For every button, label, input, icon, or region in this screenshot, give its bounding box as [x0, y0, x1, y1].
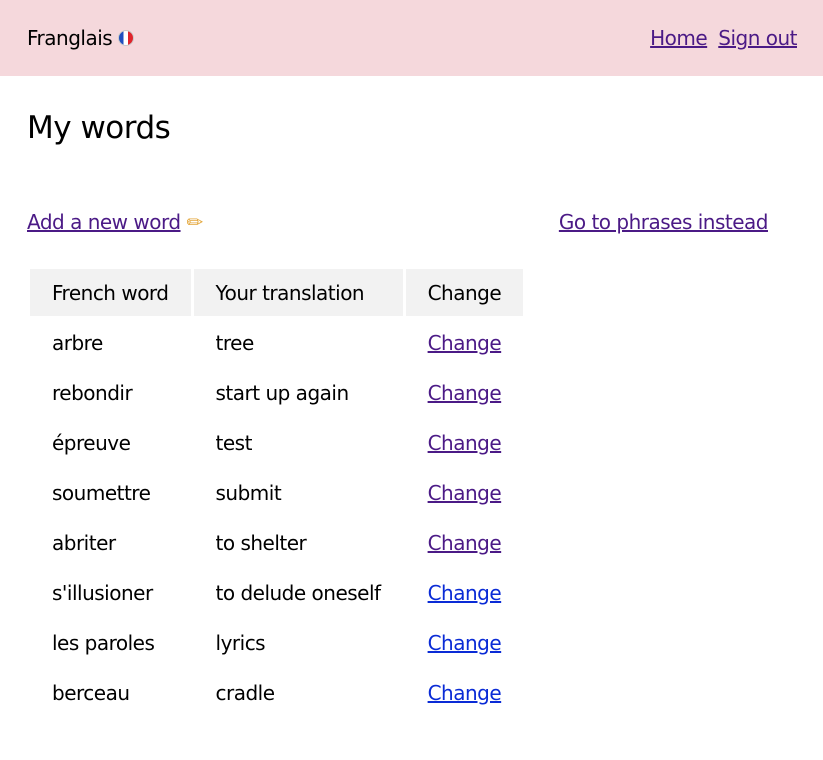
add-new-word-link[interactable]: Add a new word — [27, 210, 181, 234]
column-header-french-word: French word — [30, 269, 191, 316]
change-cell: Change — [406, 669, 524, 716]
column-header-translation: Your translation — [193, 269, 403, 316]
word-actions: Add a new word ✏ Go to phrases instead — [27, 210, 769, 234]
change-cell: Change — [406, 319, 524, 366]
change-link[interactable]: Change — [428, 581, 502, 605]
table-row: épreuve test Change — [30, 419, 523, 466]
go-to-phrases-link[interactable]: Go to phrases instead — [559, 210, 769, 234]
column-header-change: Change — [405, 269, 524, 316]
translation-cell: cradle — [215, 680, 276, 705]
table-header-row: French word Your translation Change — [30, 269, 524, 316]
change-link[interactable]: Change — [428, 431, 502, 455]
change-cell: Change — [406, 419, 524, 466]
brand-name: Franglais — [27, 26, 113, 50]
french-word-cell: rebondir — [52, 380, 133, 405]
main-nav: Home Sign out — [650, 26, 797, 50]
change-cell: Change — [406, 619, 524, 666]
change-cell: Change — [406, 569, 524, 616]
french-word-cell: épreuve — [52, 430, 131, 455]
table-row: s'illusioner to delude oneself Change — [30, 569, 523, 616]
translation-cell: start up again — [215, 380, 350, 405]
change-link[interactable]: Change — [428, 481, 502, 505]
change-link[interactable]: Change — [428, 331, 502, 355]
change-link[interactable]: Change — [428, 631, 502, 655]
change-cell: Change — [406, 519, 524, 566]
french-word-cell: soumettre — [52, 480, 151, 505]
table-row: soumettre submit Change — [30, 469, 523, 516]
french-flag-icon — [118, 30, 135, 46]
translation-cell: tree — [215, 330, 255, 355]
brand[interactable]: Franglais — [27, 26, 135, 50]
top-nav-bar: Franglais Home Sign out — [0, 0, 823, 76]
translation-cell: submit — [215, 480, 282, 505]
change-link[interactable]: Change — [428, 381, 502, 405]
change-cell: Change — [406, 369, 524, 416]
table-row: arbre tree Change — [30, 319, 523, 366]
french-word-cell: berceau — [52, 680, 130, 705]
french-word-cell: les paroles — [52, 630, 155, 655]
table-row: les paroles lyrics Change — [30, 619, 523, 666]
sign-out-link[interactable]: Sign out — [718, 26, 797, 50]
words-table: French word Your translation Change arbr… — [27, 266, 526, 719]
change-link[interactable]: Change — [428, 681, 502, 705]
change-link[interactable]: Change — [428, 531, 502, 555]
table-row: rebondir start up again Change — [30, 369, 523, 416]
translation-cell: lyrics — [215, 630, 266, 655]
table-row: abriter to shelter Change — [30, 519, 523, 566]
table-row: berceau cradle Change — [30, 669, 523, 716]
french-word-cell: abriter — [52, 530, 116, 555]
page-title: My words — [27, 110, 171, 146]
translation-cell: test — [215, 430, 253, 455]
add-word-group: Add a new word ✏ — [27, 210, 203, 234]
change-cell: Change — [406, 469, 524, 516]
french-word-cell: arbre — [52, 330, 103, 355]
translation-cell: to shelter — [215, 530, 307, 555]
translation-cell: to delude oneself — [215, 580, 382, 605]
pencil-icon: ✏ — [186, 210, 204, 234]
home-link[interactable]: Home — [650, 26, 708, 50]
french-word-cell: s'illusioner — [52, 580, 153, 605]
